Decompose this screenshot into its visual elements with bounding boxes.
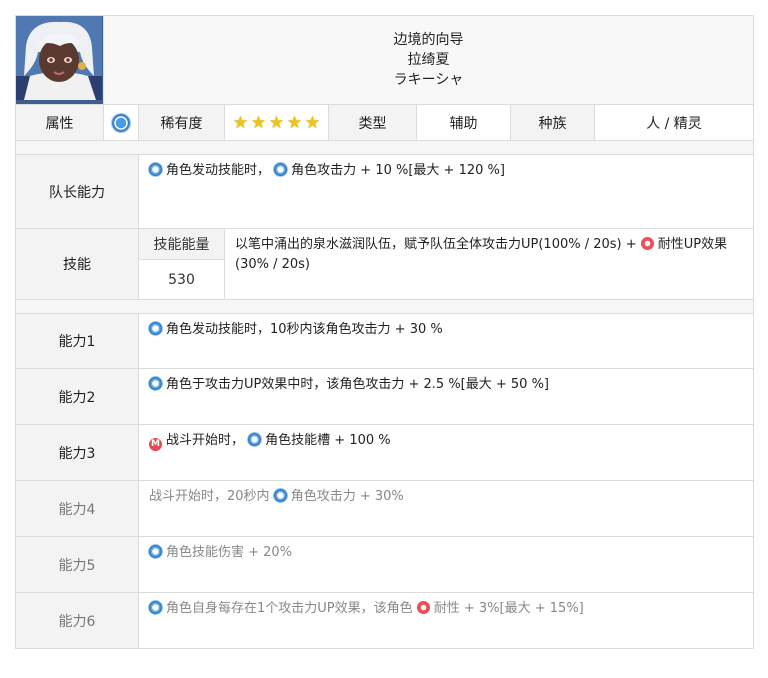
- skill-energy-label: 技能能量: [138, 228, 225, 260]
- skill-row: 技能 技能能量 以笔中涌出的泉水滋润队伍，赋予队伍全体攻击力UP(100% / …: [15, 228, 755, 300]
- separator: [14, 140, 755, 155]
- rainbow-star-icon: ★: [286, 112, 303, 133]
- type-label: 类型: [328, 104, 417, 141]
- ability-label: 能力6: [15, 592, 139, 649]
- info-row: 属性 稀有度 ★ ★ ★ ★ ★ 类型 辅助 种族 人 / 精灵: [15, 104, 755, 141]
- leader-row: 队长能力 角色发动技能时， 角色攻击力 + 10 %[最大 + 120 %]: [15, 154, 755, 229]
- character-name-block: 边境的向导 拉绮夏 ラキーシャ: [102, 15, 755, 105]
- blue-ring-icon: [149, 377, 162, 390]
- blue-ring-icon: [149, 545, 162, 558]
- red-flame-icon: [416, 601, 430, 614]
- ability-row: 能力5 角色技能伤害 + 20%: [15, 536, 755, 593]
- leader-label: 队长能力: [15, 154, 139, 229]
- leader-text: 角色发动技能时， 角色攻击力 + 10 %[最大 + 120 %]: [137, 154, 755, 229]
- rainbow-star-icon: ★: [304, 112, 321, 133]
- attribute-value: [103, 104, 139, 141]
- race-label: 种族: [510, 104, 595, 141]
- separator: [14, 299, 755, 314]
- character-name-jp: ラキーシャ: [393, 72, 464, 88]
- ability-row: 能力1 角色发动技能时，10秒内该角色攻击力 + 30 %: [15, 313, 755, 369]
- skill-energy-value: 530: [138, 259, 225, 300]
- ability-label: 能力2: [15, 368, 139, 425]
- ability-row: 能力4 战斗开始时，20秒内 角色攻击力 + 30%: [15, 480, 755, 537]
- rarity-stars: ★ ★ ★ ★ ★: [232, 114, 322, 132]
- character-card: 边境的向导 拉绮夏 ラキーシャ 属性 稀有度 ★ ★ ★ ★ ★ 类型 辅助 种族 人 …: [14, 15, 755, 649]
- rainbow-star-icon: ★: [268, 112, 285, 133]
- character-portrait: [15, 15, 104, 105]
- blue-ring-icon: [274, 163, 288, 176]
- ability-label: 能力4: [15, 480, 139, 537]
- ability-text: 角色自身每存在1个攻击力UP效果，该角色 耐性 + 3%[最大 + 15%]: [137, 592, 755, 649]
- blue-ring-icon: [273, 489, 287, 502]
- ability-text: 战斗开始时，20秒内 角色攻击力 + 30%: [137, 480, 755, 537]
- ability-row: 能力6 角色自身每存在1个攻击力UP效果，该角色 耐性 + 3%[最大 + 15…: [15, 592, 755, 649]
- portrait-image: [16, 16, 102, 100]
- blue-ring-icon: [149, 163, 162, 176]
- ability-text: 角色技能伤害 + 20%: [137, 536, 755, 593]
- character-name-cn: 拉绮夏: [407, 52, 450, 68]
- ability-label: 能力1: [15, 313, 139, 369]
- blue-ring-icon: [149, 322, 162, 335]
- ability-row: 能力2 角色于攻击力UP效果中时，该角色攻击力 + 2.5 %[最大 + 50 …: [15, 368, 755, 425]
- rainbow-star-icon: ★: [250, 112, 267, 133]
- ability-text: 角色于攻击力UP效果中时，该角色攻击力 + 2.5 %[最大 + 50 %]: [137, 368, 755, 425]
- character-table: 边境的向导 拉绮夏 ラキーシャ 属性 稀有度 ★ ★ ★ ★ ★ 类型 辅助 种族 人 …: [14, 15, 755, 649]
- red-m-icon: M: [149, 438, 162, 451]
- ability-text: M 战斗开始时， 角色技能槽 + 100 %: [137, 424, 755, 481]
- type-value: 辅助: [416, 104, 511, 141]
- ability-text: 角色发动技能时，10秒内该角色攻击力 + 30 %: [137, 313, 755, 369]
- ability-row: 能力3 M 战斗开始时， 角色技能槽 + 100 %: [15, 424, 755, 481]
- blue-ring-icon: [149, 601, 162, 614]
- race-value: 人 / 精灵: [593, 104, 755, 141]
- blue-ring-icon: [112, 113, 130, 132]
- skill-text: 以笔中涌出的泉水滋润队伍，赋予队伍全体攻击力UP(100% / 20s) + 耐…: [223, 228, 755, 300]
- ability-label: 能力3: [15, 424, 139, 481]
- rainbow-star-icon: ★: [232, 112, 249, 133]
- ability-label: 能力5: [15, 536, 139, 593]
- red-flame-icon: [640, 237, 654, 250]
- skill-label: 技能: [15, 228, 139, 300]
- character-title: 边境的向导: [393, 32, 464, 48]
- attribute-label: 属性: [15, 104, 104, 141]
- rarity-label: 稀有度: [138, 104, 225, 141]
- rarity-value: ★ ★ ★ ★ ★: [224, 104, 329, 141]
- blue-ring-icon: [248, 433, 262, 446]
- header-row: 边境的向导 拉绮夏 ラキーシャ: [15, 15, 755, 105]
